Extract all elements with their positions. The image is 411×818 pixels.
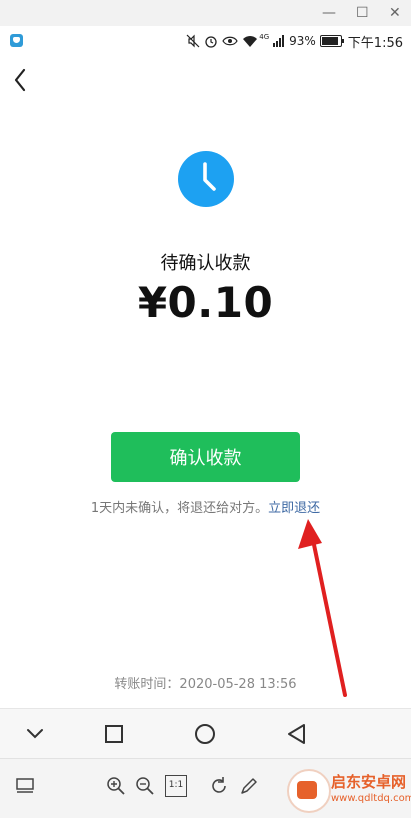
watermark-url: www.qdltdq.com	[331, 793, 411, 804]
confirm-receipt-button[interactable]: 确认收款	[111, 432, 300, 482]
window-title-bar: — ☐ ✕	[0, 0, 411, 26]
pen-icon[interactable]	[238, 775, 260, 797]
wifi-icon	[243, 35, 258, 47]
status-time: 下午1:56	[347, 35, 403, 51]
close-icon[interactable]: ✕	[389, 4, 401, 22]
triangle-back-icon[interactable]	[284, 721, 310, 747]
square-icon[interactable]	[101, 721, 127, 747]
transfer-time: 转账时间：2020-05-28 13:56	[114, 677, 297, 692]
payment-amount: ¥0.10	[137, 278, 274, 327]
app-notification-icon	[10, 34, 23, 47]
watermark-logo-icon	[287, 769, 331, 813]
minimize-icon[interactable]: —	[322, 4, 336, 22]
navigation-bar	[0, 708, 411, 759]
refund-now-link[interactable]: 立即退还	[268, 501, 320, 516]
zoom-in-icon[interactable]	[105, 775, 127, 797]
maximize-icon[interactable]: ☐	[356, 4, 369, 22]
chevron-down-icon[interactable]	[22, 721, 48, 747]
signal-icon	[273, 35, 285, 47]
notice-text: 1天内未确认，将退还给对方。	[90, 501, 269, 516]
clock-icon	[178, 151, 234, 207]
mute-icon	[186, 34, 200, 48]
refund-notice: 1天内未确认，将退还给对方。立即退还	[0, 497, 411, 516]
payment-status-text: 待确认收款	[160, 253, 251, 274]
chevron-left-icon[interactable]	[10, 66, 34, 94]
alarm-icon	[205, 36, 217, 48]
battery-percent: 93%	[289, 34, 316, 48]
layout-icon[interactable]	[14, 775, 36, 797]
network-type: 4G	[259, 33, 270, 41]
actual-size-icon[interactable]: 1:1	[165, 775, 187, 797]
rotate-icon[interactable]	[208, 775, 230, 797]
battery-icon	[319, 35, 344, 47]
eye-icon	[222, 36, 238, 46]
viewer-toolbar: 1:1 启东安卓网 www.qdltdq.com	[0, 758, 411, 818]
site-watermark: 启东安卓网 www.qdltdq.com	[287, 765, 411, 813]
status-bar: 4G 93% 下午1:56	[0, 26, 411, 56]
circle-icon[interactable]	[192, 721, 218, 747]
watermark-title: 启东安卓网	[331, 773, 407, 791]
zoom-out-icon[interactable]	[134, 775, 156, 797]
